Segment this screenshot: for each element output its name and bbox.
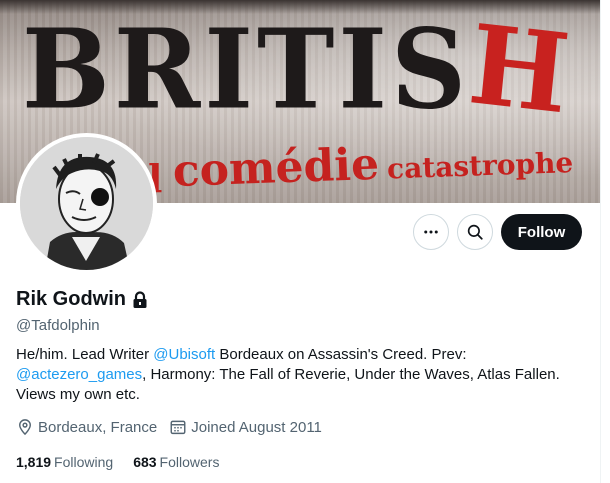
lock-icon	[132, 290, 148, 309]
avatar-illustration	[20, 137, 153, 270]
followers-count: 683	[133, 454, 157, 470]
followers-link[interactable]: 683 Followers	[133, 454, 219, 470]
banner-subtitle-small: catastrophe	[386, 146, 574, 186]
calendar-icon	[170, 420, 186, 435]
following-link[interactable]: 1,819 Following	[16, 454, 113, 470]
following-count: 1,819	[16, 454, 52, 470]
location-item: Bordeaux, France	[16, 418, 157, 436]
more-horizontal-icon	[424, 230, 438, 234]
banner-subtitle: comédie catastrophe	[172, 132, 574, 197]
follow-button[interactable]: Follow	[501, 214, 582, 250]
name-row: Rik Godwin	[16, 288, 148, 311]
banner-title: BRITISH	[22, 0, 579, 139]
more-options-button[interactable]	[413, 214, 449, 250]
avatar[interactable]	[16, 133, 157, 274]
profile-bio: He/him. Lead Writer @Ubisoft Bordeaux on…	[16, 345, 586, 405]
bio-text: He/him. Lead Writer	[16, 346, 154, 363]
location-text: Bordeaux, France	[38, 418, 158, 436]
display-name: Rik Godwin	[16, 288, 126, 310]
bio-mention-link[interactable]: @Ubisoft	[153, 346, 215, 363]
following-label: Following	[54, 454, 114, 470]
bio-text: Bordeaux on Assassin's Creed. Prev:	[215, 346, 467, 363]
user-handle: @Tafdolphin	[16, 317, 100, 334]
follow-stats: 1,819 Following 683 Followers	[16, 454, 239, 470]
followers-label: Followers	[159, 454, 220, 470]
search-icon	[467, 224, 483, 240]
banner-subtitle-big: comédie	[172, 138, 380, 197]
location-pin-icon	[19, 419, 31, 436]
profile-meta: Bordeaux, France Joined August 2011	[16, 418, 334, 436]
joined-text: Joined August 2011	[191, 418, 322, 436]
joined-item: Joined August 2011	[169, 418, 322, 436]
search-profile-button[interactable]	[457, 214, 493, 250]
banner-title-red: H	[464, 0, 579, 140]
bio-mention-link[interactable]: @actezero_games	[16, 366, 142, 383]
banner-title-main: BRITIS	[22, 4, 471, 134]
avatar-image	[20, 137, 153, 270]
page-edge	[600, 0, 610, 483]
